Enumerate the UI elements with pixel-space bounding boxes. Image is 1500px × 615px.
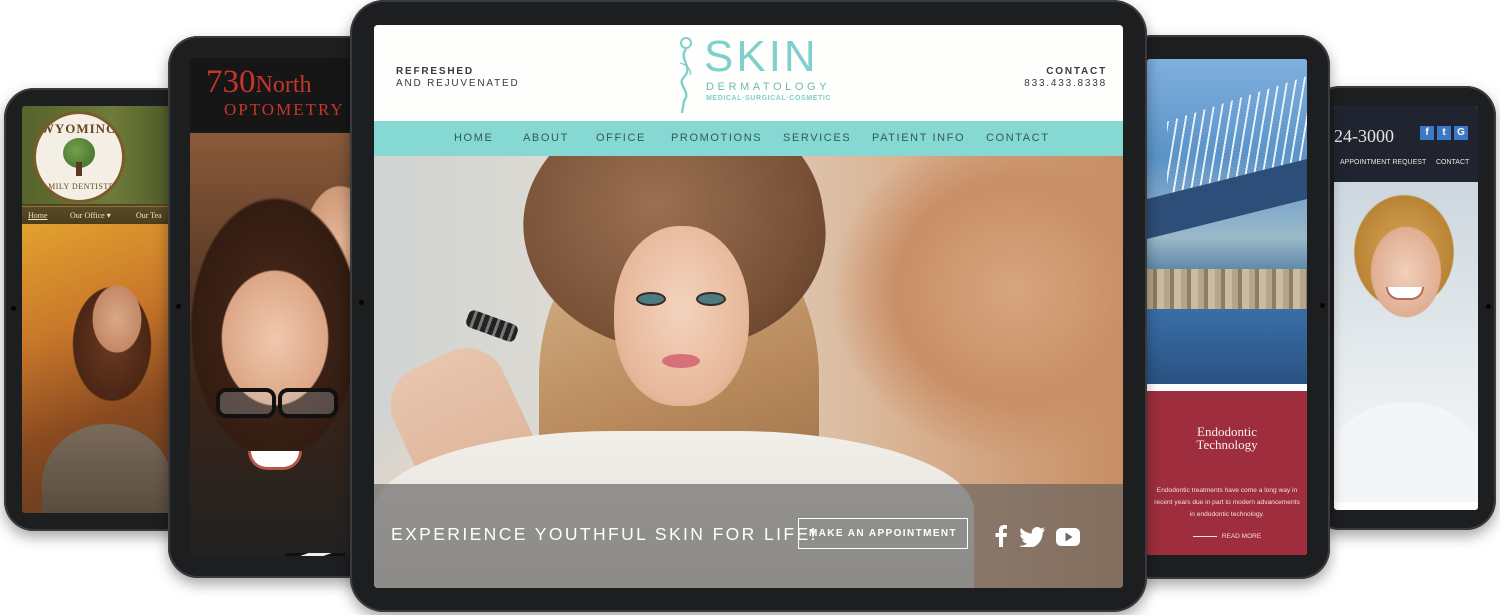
tagline-line2: AND REJUVENATED [396,78,520,89]
photo-figure [42,424,172,513]
facebook-icon[interactable] [994,525,1008,547]
north730-header: 730North OPTOMETRY [190,58,361,131]
google-plus-icon[interactable]: G [1454,126,1468,140]
farright-header: 24-3000 f t G APPOINTMENT REQUEST CONTAC… [1334,106,1478,182]
tablet-skin-dermatology: REFRESHED AND REJUVENATED SKIN DERMATOLO… [350,0,1147,612]
north730-screen: 730North OPTOMETRY [190,58,361,556]
make-appointment-button[interactable]: MAKE AN APPOINTMENT [798,518,968,549]
nav-item-patient-info[interactable]: PATIENT INFO [872,132,965,144]
read-more-link[interactable]: READ MORE [1147,533,1307,540]
nav-item-about[interactable]: ABOUT [523,132,569,144]
camera-dot [359,300,364,305]
twitter-icon[interactable] [1019,527,1045,547]
photo-eye-left [638,294,664,304]
nav-item-home[interactable]: HOME [454,132,493,144]
camera-dot [176,304,181,309]
skin-logo-specialties: MEDICAL·SURGICAL·COSMETIC [706,95,832,102]
farright-hero-photo [1334,182,1478,502]
endo-title-line2: Technology [1196,437,1258,452]
north730-logo-word: North [255,72,312,98]
wyoming-nav-home[interactable]: Home [28,211,48,220]
north730-logo[interactable]: 730North [206,64,312,101]
endo-title: Endodontic Technology [1147,425,1307,451]
endo-body-text: Endodontic treatments have come a long w… [1154,487,1300,518]
wyoming-header: WYOMING FAMILY DENTISTRY [22,106,172,204]
wyoming-logo-title: WYOMING [40,121,118,136]
city-skyline [1147,269,1307,309]
nav-item-office[interactable]: OFFICE [596,132,646,144]
north730-logo-subtitle: OPTOMETRY [224,100,345,119]
skin-logo-subtitle: DERMATOLOGY [706,81,831,93]
cta-headline: EXPERIENCE YOUTHFUL SKIN FOR LIFE! [391,524,818,544]
endo-screen: Endodontic Technology Endodontic treatme… [1147,59,1307,555]
skin-header: REFRESHED AND REJUVENATED SKIN DERMATOLO… [374,25,1123,121]
tablet-far-right: 24-3000 f t G APPOINTMENT REQUEST CONTAC… [1310,86,1496,530]
glasses-left-lens [216,388,276,418]
wyoming-logo-subtitle: FAMILY DENTISTRY [37,182,121,191]
skin-nav-bar: HOME ABOUT OFFICE PROMOTIONS SERVICES PA… [374,121,1123,156]
wyoming-screen: WYOMING FAMILY DENTISTRY Home Our Office… [22,106,172,513]
farright-screen: 24-3000 f t G APPOINTMENT REQUEST CONTAC… [1334,106,1478,510]
farright-nav-appointment[interactable]: APPOINTMENT REQUEST [1340,159,1426,166]
wyoming-nav-our-office[interactable]: Our Office ▾ [70,211,111,220]
camera-dot [11,306,16,311]
endo-hero-photo [1147,59,1307,384]
nav-item-contact[interactable]: CONTACT [986,132,1050,144]
youtube-icon[interactable] [1056,528,1080,546]
facebook-icon[interactable]: f [1420,126,1434,140]
photo-smile [248,451,302,470]
wyoming-nav: Home Our Office ▾ Our Tea [22,206,172,225]
camera-dot [1320,303,1325,308]
nav-item-services[interactable]: SERVICES [783,132,851,144]
skin-figure-logo-icon[interactable] [670,35,700,115]
north730-logo-number: 730 [206,64,256,100]
tagline-line1: REFRESHED [396,66,474,77]
north730-hero-photo [190,133,361,556]
tablet-endodontic: Endodontic Technology Endodontic treatme… [1122,35,1330,579]
photo-smile [1386,287,1424,300]
endo-feature-panel [1147,391,1307,555]
contact-phone[interactable]: 833.433.8338 [1024,78,1107,89]
farright-phone[interactable]: 24-3000 [1334,126,1394,147]
photo-lips [662,354,700,368]
river-water [1147,309,1307,384]
photo-face [614,226,749,406]
skin-screen: REFRESHED AND REJUVENATED SKIN DERMATOLO… [374,25,1123,588]
cta-band: EXPERIENCE YOUTHFUL SKIN FOR LIFE! MAKE … [374,484,1123,588]
photo-bracelet [464,308,520,344]
wyoming-logo[interactable]: WYOMING FAMILY DENTISTRY [36,114,122,200]
wyoming-nav-our-office-label: Our Office [70,211,105,220]
farright-nav-contact[interactable]: CONTACT [1436,159,1469,166]
twitter-icon[interactable]: t [1437,126,1451,140]
photo-eye-right [698,294,724,304]
photo-shirt [1334,402,1478,502]
wyoming-nav-our-team[interactable]: Our Tea [136,211,162,220]
camera-dot [1486,304,1491,309]
contact-label: CONTACT [1046,66,1107,77]
skin-logo-name[interactable]: SKIN [704,35,819,79]
nav-item-promotions[interactable]: PROMOTIONS [671,132,762,144]
glasses-right-lens [278,388,338,418]
tree-trunk [76,162,82,176]
tablet-wyoming: WYOMING FAMILY DENTISTRY Home Our Office… [4,88,194,531]
wyoming-hero-photo [22,224,172,513]
photo-striped-shirt [285,553,345,556]
divider [1147,384,1307,391]
